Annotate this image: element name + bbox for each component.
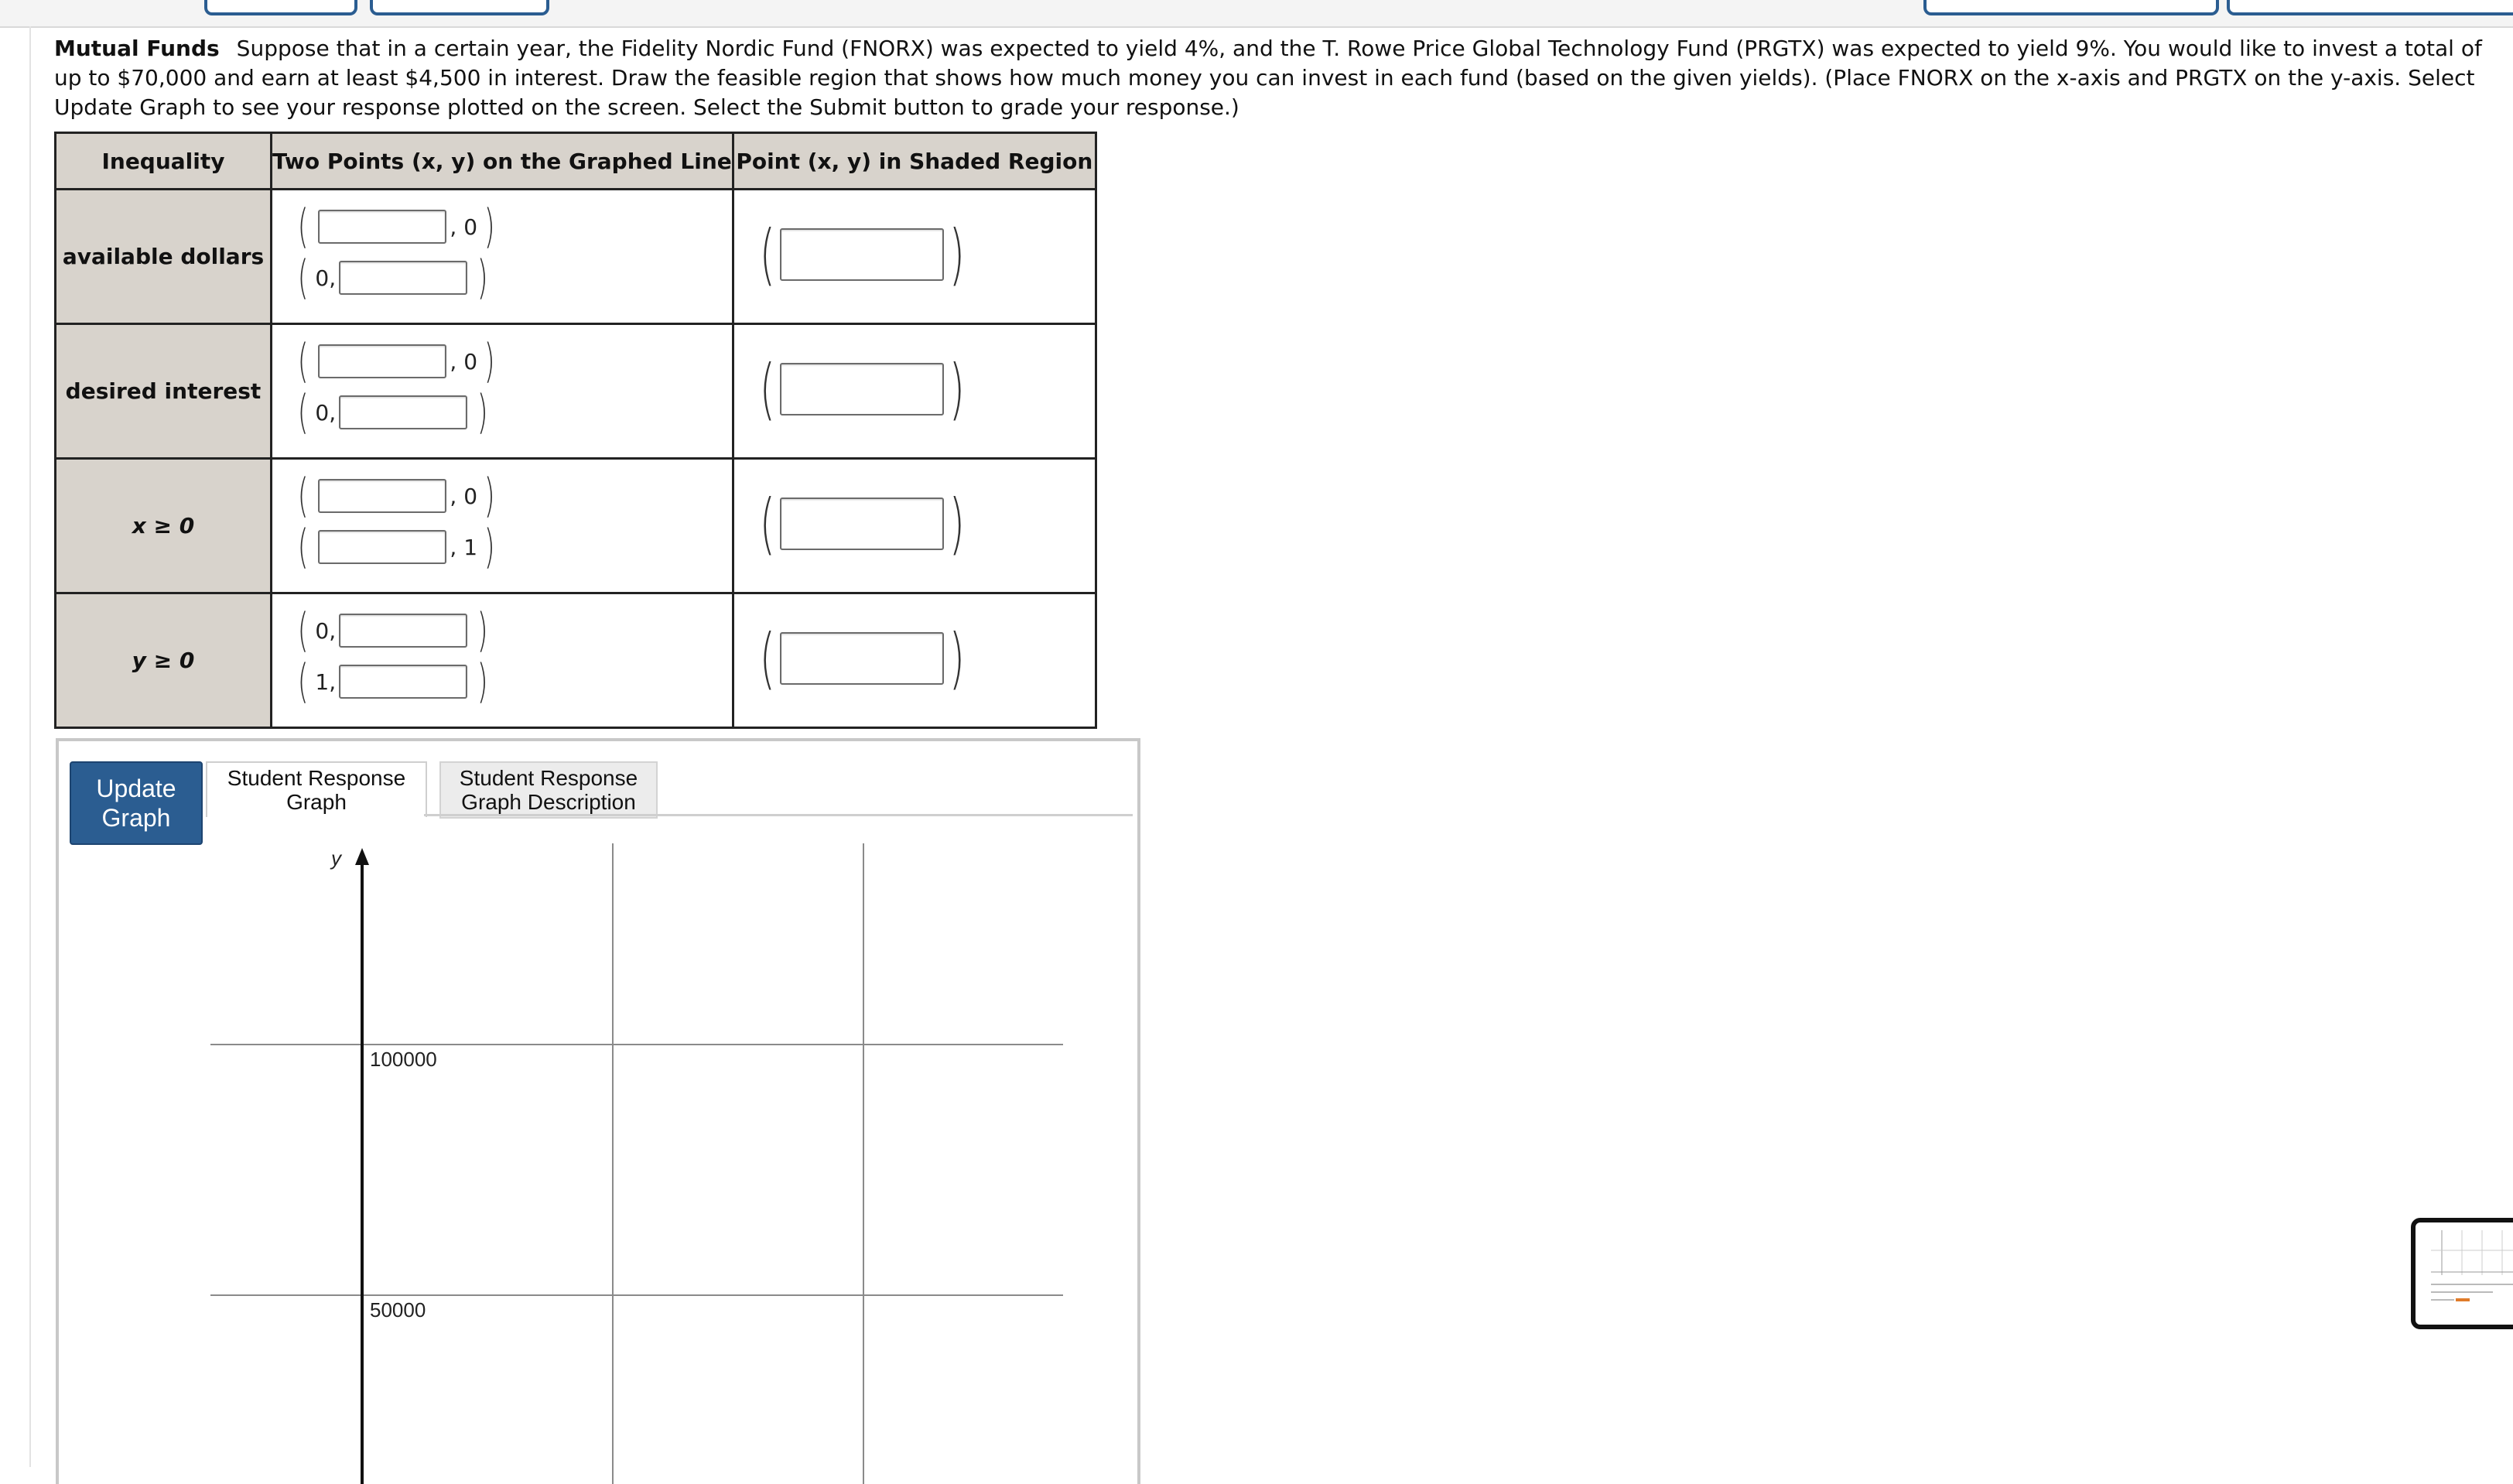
open-paren: (	[297, 334, 309, 388]
open-paren: (	[759, 620, 775, 697]
graph-thumbnail[interactable]	[2411, 1218, 2513, 1329]
close-paren: )	[949, 620, 966, 697]
close-paren: )	[484, 200, 495, 254]
header-shaded-point: Point (x, y) in Shaded Region	[731, 132, 1097, 190]
header-inequality: Inequality	[54, 132, 272, 190]
toolbar-button-2[interactable]	[370, 0, 549, 15]
shaded-point-input[interactable]	[780, 498, 945, 550]
open-paren: (	[759, 485, 775, 562]
close-paren: )	[477, 385, 488, 439]
close-paren: )	[484, 469, 495, 523]
point-2-y-input[interactable]	[339, 395, 468, 429]
line-points-cell: ( , 0 ) ( 0, )	[270, 188, 734, 325]
point-2: ( 0, )	[294, 388, 492, 436]
open-paren: (	[759, 350, 775, 428]
shaded-point: ( )	[754, 625, 970, 692]
open-paren: (	[759, 216, 775, 293]
table-header-row: Inequality Two Points (x, y) on the Grap…	[54, 132, 1097, 190]
point-suffix: , 1	[450, 534, 478, 560]
close-paren: )	[477, 655, 488, 709]
table-row-desired-interest: desired interest ( , 0 ) ( 0, ) ( )	[54, 323, 1097, 460]
close-paren: )	[949, 350, 966, 428]
problem-text: Suppose that in a certain year, the Fide…	[54, 36, 2482, 120]
row-label: desired interest	[54, 323, 272, 460]
point-prefix: 0,	[315, 617, 337, 644]
point-suffix: , 0	[450, 214, 478, 240]
point-2: ( 1, )	[294, 658, 492, 706]
open-paren: (	[297, 604, 309, 658]
top-toolbar	[0, 0, 2513, 28]
thumbnail-graph-icon	[2431, 1230, 2513, 1301]
point-prefix: 1,	[315, 668, 337, 695]
line-points-cell: ( , 0 ) ( 0, )	[270, 323, 734, 460]
table-row-y-nonnegative: y ≥ 0 ( 0, ) ( 1, ) ( )	[54, 592, 1097, 729]
shaded-point-input[interactable]	[780, 363, 945, 415]
point-2-y-input[interactable]	[339, 665, 468, 699]
open-paren: (	[297, 251, 309, 305]
point-prefix: 0,	[315, 399, 337, 426]
row-label: y ≥ 0	[54, 592, 272, 729]
toolbar-button-1[interactable]	[204, 0, 357, 15]
line-points-cell: ( , 0 ) ( , 1 )	[270, 457, 734, 594]
shaded-point-input[interactable]	[780, 632, 945, 685]
point-2: ( 0, )	[294, 254, 492, 302]
graph-panel: Update Graph Student Response Graph Stud…	[56, 738, 1140, 1484]
response-graph[interactable]: y 100000 50000	[59, 741, 1134, 1484]
point-1-x-input[interactable]	[318, 479, 447, 513]
toolbar-button-4[interactable]	[2227, 0, 2513, 15]
problem-statement: Mutual Funds Suppose that in a certain ye…	[54, 34, 2499, 122]
y-axis-label: y	[330, 846, 343, 870]
point-2-x-input[interactable]	[318, 530, 447, 564]
point-1: ( 0, )	[294, 607, 492, 655]
point-2-y-input[interactable]	[339, 261, 468, 295]
shaded-point-cell: ( )	[731, 188, 1097, 325]
line-points-cell: ( 0, ) ( 1, )	[270, 592, 734, 729]
close-paren: )	[949, 485, 966, 562]
shaded-point-input[interactable]	[780, 228, 945, 281]
point-1-x-input[interactable]	[318, 210, 447, 244]
shaded-point: ( )	[754, 221, 970, 288]
y-axis-arrow-icon	[355, 848, 369, 865]
close-paren: )	[949, 216, 966, 293]
close-paren: )	[484, 520, 495, 574]
problem-title: Mutual Funds	[54, 36, 220, 61]
point-1: ( , 0 )	[294, 337, 498, 385]
open-paren: (	[297, 200, 309, 254]
table-row-available-dollars: available dollars ( , 0 ) ( 0, ) ( )	[54, 188, 1097, 325]
header-two-points: Two Points (x, y) on the Graphed Line	[270, 132, 734, 190]
shaded-point-cell: ( )	[731, 457, 1097, 594]
open-paren: (	[297, 520, 309, 574]
toolbar-button-3[interactable]	[1923, 0, 2219, 15]
close-paren: )	[477, 604, 488, 658]
point-1: ( , 0 )	[294, 472, 498, 520]
table-row-x-nonnegative: x ≥ 0 ( , 0 ) ( , 1 ) ( )	[54, 457, 1097, 594]
open-paren: (	[297, 655, 309, 709]
row-label: x ≥ 0	[54, 457, 272, 594]
point-suffix: , 0	[450, 348, 478, 374]
point-1-y-input[interactable]	[339, 614, 468, 648]
close-paren: )	[484, 334, 495, 388]
shaded-point: ( )	[754, 356, 970, 422]
open-paren: (	[297, 385, 309, 439]
point-1-x-input[interactable]	[318, 344, 447, 378]
point-2: ( , 1 )	[294, 523, 498, 571]
row-label: available dollars	[54, 188, 272, 325]
open-paren: (	[297, 469, 309, 523]
point-suffix: , 0	[450, 483, 478, 509]
close-paren: )	[477, 251, 488, 305]
left-divider	[29, 26, 31, 1467]
y-tick-label: 100000	[370, 1048, 437, 1071]
shaded-point-cell: ( )	[731, 592, 1097, 729]
inequality-table: Inequality Two Points (x, y) on the Grap…	[54, 132, 1097, 729]
shaded-point-cell: ( )	[731, 323, 1097, 460]
point-1: ( , 0 )	[294, 203, 498, 251]
shaded-point: ( )	[754, 491, 970, 557]
point-prefix: 0,	[315, 265, 337, 291]
y-tick-label: 50000	[370, 1298, 426, 1322]
